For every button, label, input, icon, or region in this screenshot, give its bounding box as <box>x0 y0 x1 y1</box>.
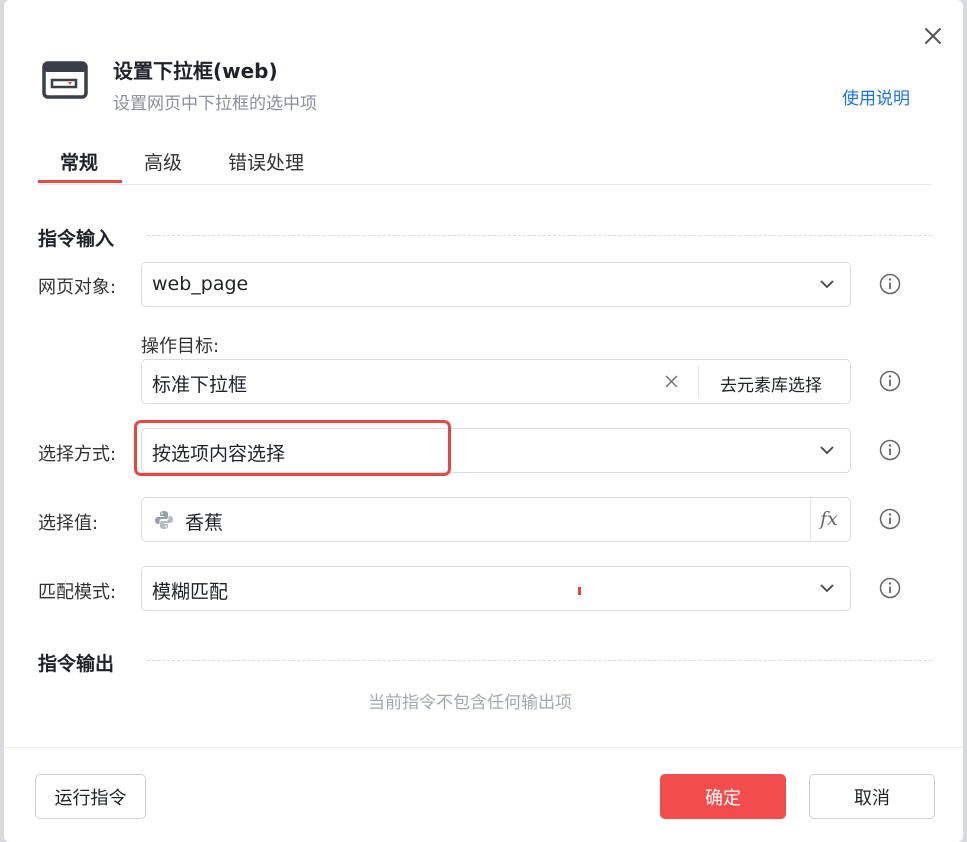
empty-output-text: 当前指令不包含任何输出项 <box>368 693 572 713</box>
close-icon[interactable] <box>921 24 945 48</box>
python-icon <box>155 511 173 529</box>
match-mode-label: 匹配模式: <box>38 582 117 603</box>
tab-error-handling[interactable]: 错误处理 <box>228 148 304 175</box>
web-page-select[interactable]: web_page <box>141 262 851 307</box>
chevron-down-icon <box>820 584 834 593</box>
match-mode-select[interactable]: 模糊匹配 <box>141 566 851 611</box>
highlight-box <box>134 420 451 476</box>
target-field[interactable]: 标准下拉框 去元素库选择 <box>141 359 851 404</box>
match-mode-value: 模糊匹配 <box>152 581 229 603</box>
chevron-down-icon <box>820 446 834 455</box>
select-method-label: 选择方式: <box>38 444 117 465</box>
info-icon[interactable] <box>879 439 901 461</box>
chevron-down-icon <box>820 280 834 289</box>
cursor-mark <box>578 587 581 595</box>
output-section-divider <box>147 660 932 661</box>
tab-general[interactable]: 常规 <box>60 148 98 175</box>
output-section-title: 指令输出 <box>38 653 115 675</box>
select-value-input[interactable]: 香蕉 fx <box>141 497 851 542</box>
info-icon[interactable] <box>879 273 901 295</box>
info-icon[interactable] <box>879 577 901 599</box>
fx-separator <box>810 498 811 541</box>
input-section-title: 指令输入 <box>38 228 115 250</box>
dialog-title: 设置下拉框(web) <box>113 59 278 83</box>
web-page-label: 网页对象: <box>38 277 117 298</box>
tab-advanced[interactable]: 高级 <box>144 148 182 175</box>
active-tab-indicator <box>38 180 122 183</box>
help-link[interactable]: 使用说明 <box>842 84 910 109</box>
web-page-value: web_page <box>152 273 249 295</box>
element-library-button[interactable]: 去元素库选择 <box>720 371 822 396</box>
dialog-subtitle: 设置网页中下拉框的选中项 <box>113 94 317 114</box>
tabs-divider <box>38 184 932 185</box>
cancel-button[interactable]: 取消 <box>809 774 935 819</box>
input-section-divider <box>147 235 932 236</box>
select-value-label: 选择值: <box>38 513 99 534</box>
target-field-separator <box>698 366 699 398</box>
select-value-text: 香蕉 <box>185 512 224 534</box>
footer-divider <box>4 747 963 748</box>
fx-button[interactable]: fx <box>820 508 838 530</box>
clear-icon[interactable] <box>664 374 679 389</box>
browser-window-icon <box>42 61 88 99</box>
info-icon[interactable] <box>879 508 901 530</box>
info-icon[interactable] <box>879 370 901 392</box>
target-label: 操作目标: <box>141 336 220 357</box>
target-value: 标准下拉框 <box>152 374 248 396</box>
run-command-button[interactable]: 运行指令 <box>35 774 146 819</box>
dialog: 设置下拉框(web) 设置网页中下拉框的选中项 使用说明 常规 高级 错误处理 … <box>4 0 963 842</box>
confirm-button[interactable]: 确定 <box>660 774 786 819</box>
